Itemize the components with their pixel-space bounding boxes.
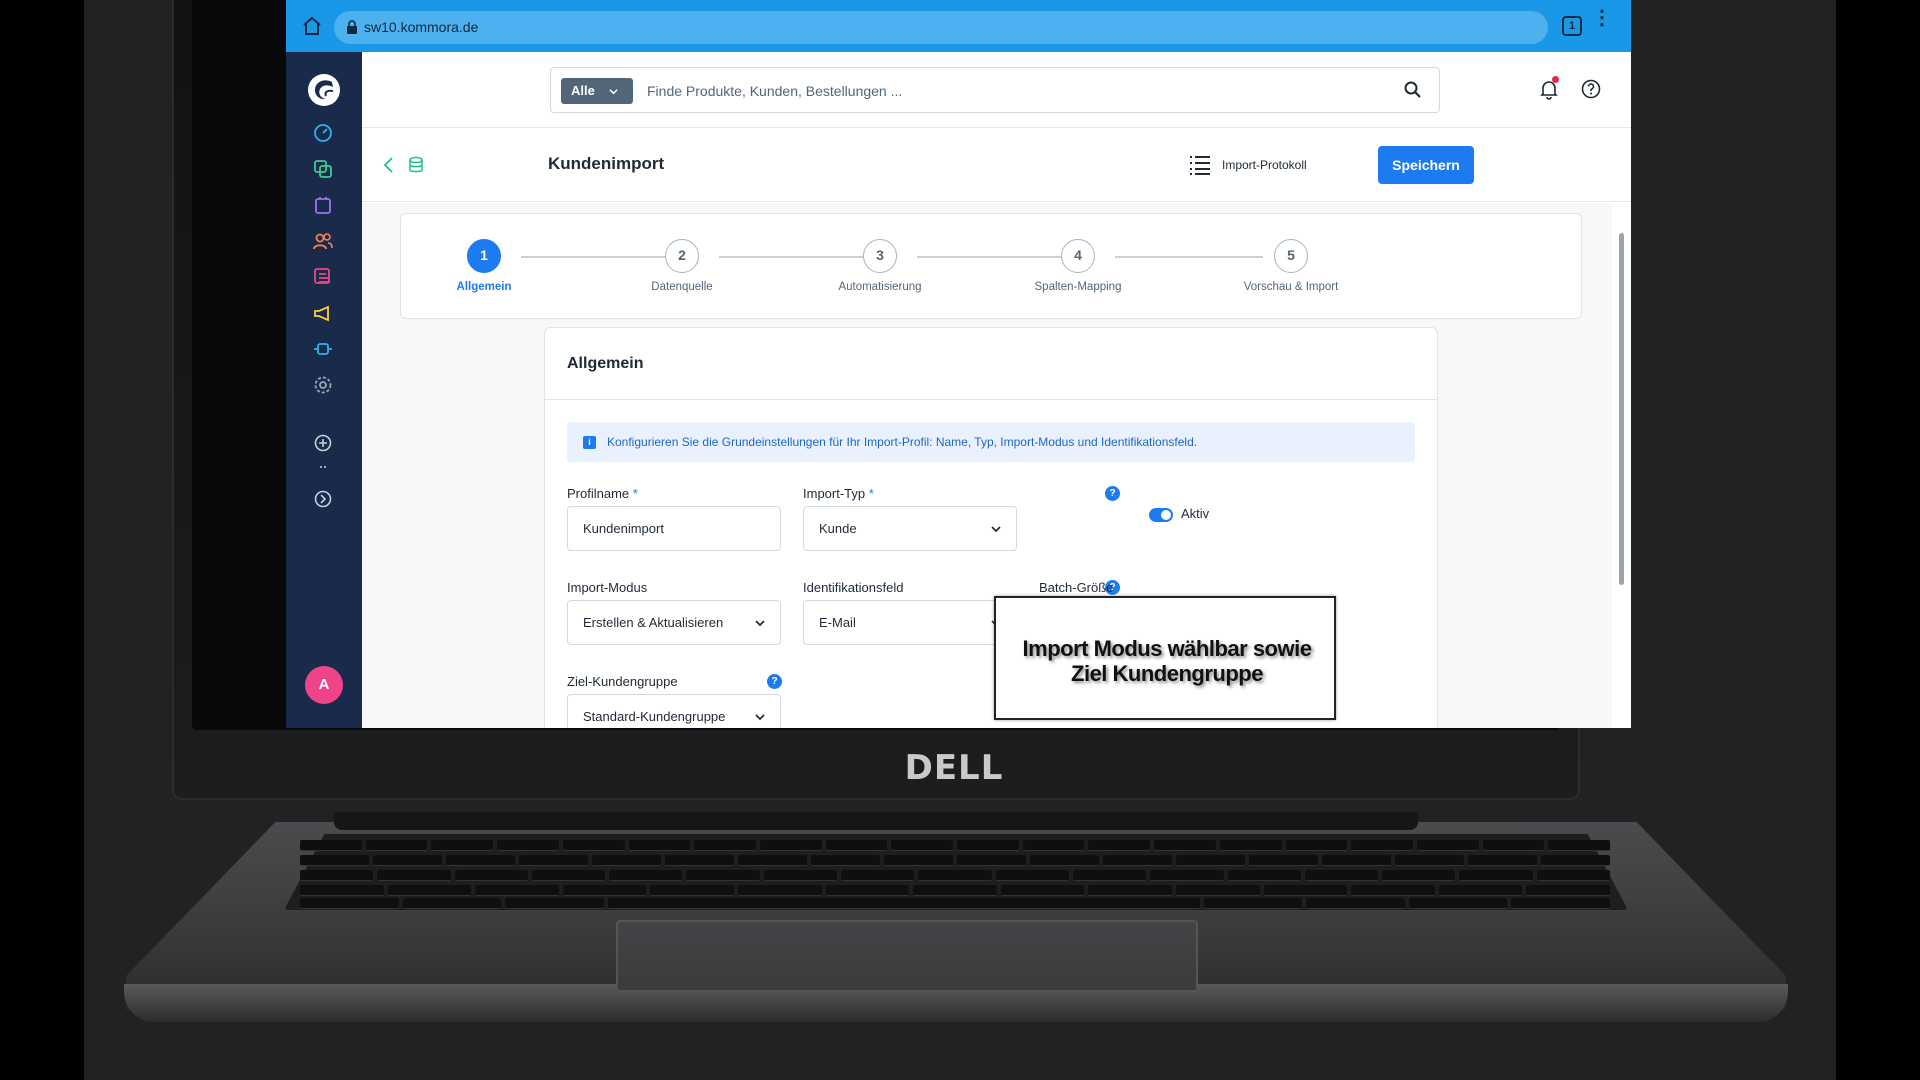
step-number: 5	[1274, 239, 1308, 273]
step-number: 4	[1061, 239, 1095, 273]
search-input[interactable]	[647, 80, 1367, 102]
search-icon[interactable]	[1403, 80, 1423, 100]
step-label: Spalten-Mapping	[1034, 281, 1122, 293]
callout-text: Import Modus wählbar sowie Ziel Kundengr…	[996, 636, 1338, 686]
tab-switcher-icon[interactable]: 1	[1562, 16, 1582, 36]
target-group-label: Ziel-Kundengruppe	[567, 674, 678, 689]
import-mode-select[interactable]: Erstellen & Aktualisieren	[567, 600, 781, 645]
target-group-select[interactable]: Standard-Kundengruppe	[567, 694, 781, 728]
avatar[interactable]: A	[305, 666, 343, 704]
batch-size-label: Batch-Größe	[1039, 580, 1114, 595]
back-chevron-icon[interactable]	[382, 156, 396, 174]
screen: sw10.kommora.de 1 ⋮ A Alle Finde Produkt…	[286, 0, 1631, 728]
add-icon[interactable]	[312, 432, 334, 454]
touchpad	[616, 920, 1198, 992]
keyboard-row	[300, 870, 1611, 881]
database-icon	[409, 156, 423, 173]
address-bar[interactable]: sw10.kommora.de	[334, 11, 1548, 44]
active-toggle[interactable]	[1149, 508, 1173, 522]
chevron-down-icon	[755, 620, 765, 627]
callout-line: Import Modus wählbar sowie	[1022, 636, 1312, 661]
notification-badge	[1552, 76, 1559, 83]
top-bar: Alle	[362, 52, 1631, 128]
help-icon[interactable]: ?	[1105, 486, 1120, 501]
dell-logo: DELL	[904, 748, 1004, 788]
scrollbar[interactable]	[1612, 203, 1631, 728]
step-number: 3	[863, 239, 897, 273]
step-label: Automatisierung	[838, 281, 922, 293]
step-label: Datenquelle	[651, 281, 713, 293]
id-field-label: Identifikationsfeld	[803, 580, 904, 595]
dashboard-icon[interactable]	[312, 122, 334, 144]
step-number: 1	[467, 239, 501, 273]
collapse-icon[interactable]	[312, 488, 334, 510]
card-title: Allgemein	[545, 328, 1437, 400]
import-type-select[interactable]: Kunde	[803, 506, 1017, 551]
content-area: 1 Allgemein 2 Datenquelle 3 Automatisier…	[362, 203, 1612, 728]
more-icon[interactable]	[312, 462, 334, 472]
id-field-select[interactable]: E-Mail	[803, 600, 1017, 645]
step-allgemein[interactable]: 1 Allgemein	[409, 239, 559, 293]
extensions-icon[interactable]	[312, 338, 334, 360]
sidebar: A	[286, 52, 362, 728]
list-icon[interactable]	[1188, 154, 1212, 176]
step-label: Vorschau & Import	[1243, 281, 1339, 293]
step-number: 2	[665, 239, 699, 273]
browser-menu-icon[interactable]: ⋮	[1592, 8, 1612, 38]
info-text: Konfigurieren Sie die Grundeinstellungen…	[607, 435, 1198, 449]
catalog-icon[interactable]	[312, 158, 334, 180]
step-spalten-mapping[interactable]: 4 Spalten-Mapping	[1003, 239, 1153, 293]
step-automatisierung[interactable]: 3 Automatisierung	[805, 239, 955, 293]
keyboard-row	[300, 855, 1610, 866]
page-title: Kundenimport	[548, 154, 665, 173]
import-log-link[interactable]: Import-Protokoll	[1222, 158, 1307, 172]
import-mode-label: Import-Modus	[567, 580, 648, 595]
marketing-icon[interactable]	[312, 302, 334, 324]
chevron-down-icon	[991, 526, 1001, 533]
chevron-down-icon	[609, 89, 618, 95]
orders-icon[interactable]	[312, 194, 334, 216]
chevron-down-icon	[755, 714, 765, 721]
search-scope-label: Alle	[571, 83, 595, 98]
shopware-logo[interactable]	[306, 72, 342, 108]
active-label: Aktiv	[1181, 506, 1210, 521]
browser-toolbar: sw10.kommora.de 1 ⋮	[286, 0, 1631, 52]
save-button[interactable]: Speichern	[1378, 146, 1474, 184]
info-icon: i	[583, 436, 596, 449]
page-header: Kundenimport Import-Protokoll Speichern	[362, 128, 1631, 202]
step-datenquelle[interactable]: 2 Datenquelle	[607, 239, 757, 293]
info-alert: i Konfigurieren Sie die Grundeinstellung…	[567, 422, 1415, 462]
step-label: Allgemein	[456, 281, 512, 293]
profile-name-input[interactable]: Kundenimport	[567, 506, 781, 551]
content-icon[interactable]	[312, 266, 334, 288]
scroll-thumb[interactable]	[1619, 233, 1624, 585]
keyboard-row	[300, 898, 1610, 909]
url-text: sw10.kommora.de	[364, 19, 479, 35]
profile-name-label: Profilname *	[567, 486, 638, 501]
laptop-hinge	[334, 812, 1418, 830]
customers-icon[interactable]	[312, 230, 334, 252]
callout-line: Ziel Kundengruppe	[1071, 661, 1263, 686]
keyboard-row	[300, 885, 1610, 896]
search-scope-button[interactable]: Alle	[561, 78, 633, 104]
import-type-label: Import-Typ *	[803, 486, 874, 501]
wizard-stepper: 1 Allgemein 2 Datenquelle 3 Automatisier…	[400, 213, 1582, 319]
annotation-callout: Import Modus wählbar sowie Ziel Kundengr…	[994, 596, 1336, 720]
keyboard-row	[300, 840, 1611, 851]
global-search: Alle	[550, 67, 1440, 113]
help-icon[interactable]	[1580, 78, 1602, 100]
home-icon[interactable]	[300, 14, 324, 38]
step-vorschau-import[interactable]: 5 Vorschau & Import	[1201, 239, 1381, 293]
settings-icon[interactable]	[312, 374, 334, 396]
help-icon[interactable]: ?	[767, 674, 782, 689]
lock-icon	[347, 20, 357, 34]
